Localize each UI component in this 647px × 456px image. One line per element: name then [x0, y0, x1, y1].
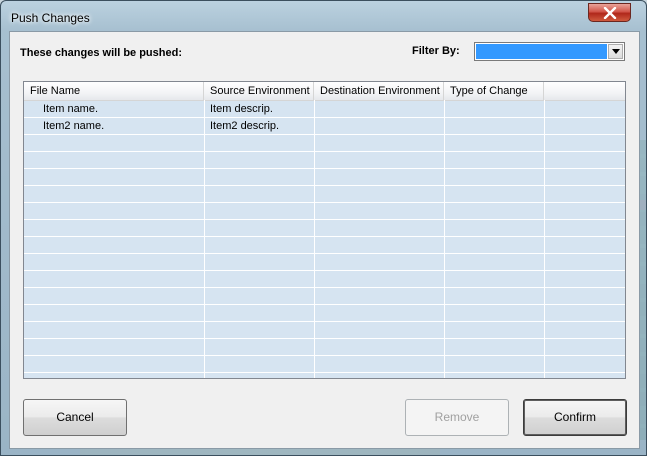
grid-line-horizontal	[24, 151, 625, 152]
confirm-button[interactable]: Confirm	[523, 399, 627, 436]
cell-destination-environment	[320, 118, 444, 135]
grid-line-horizontal	[24, 236, 625, 237]
remove-button: Remove	[405, 399, 509, 436]
list-header: File Name Source Environment Destination…	[24, 82, 625, 101]
grid-line-horizontal	[24, 338, 625, 339]
close-icon	[603, 7, 617, 19]
dialog-client-area: These changes will be pushed: Filter By:…	[9, 31, 640, 449]
cell-file-name: Item name.	[43, 103, 99, 115]
title-bar[interactable]: Push Changes	[1, 1, 646, 35]
changes-heading: These changes will be pushed:	[20, 47, 182, 59]
cell-file-name: Item2 name.	[43, 120, 105, 132]
table-row[interactable]: Item2 name. Item2 descrip.	[24, 118, 625, 135]
close-button[interactable]	[588, 3, 631, 22]
grid-line-horizontal	[24, 253, 625, 254]
grid-line-horizontal	[24, 287, 625, 288]
filter-dropdown-button[interactable]	[608, 44, 623, 59]
grid-line-horizontal	[24, 219, 625, 220]
column-header-file-name[interactable]: File Name	[24, 82, 204, 100]
grid-line-horizontal	[24, 202, 625, 203]
changes-list[interactable]: File Name Source Environment Destination…	[23, 81, 626, 379]
cancel-button[interactable]: Cancel	[23, 399, 127, 436]
cell-source-environment: Item2 descrip.	[210, 120, 280, 132]
window-title: Push Changes	[11, 11, 90, 25]
grid-line-horizontal	[24, 168, 625, 169]
grid-line-horizontal	[24, 372, 625, 373]
push-changes-dialog: Push Changes These changes will be pushe…	[0, 0, 647, 456]
grid-line-horizontal	[24, 355, 625, 356]
grid-line-horizontal	[24, 270, 625, 271]
grid-line-horizontal	[24, 185, 625, 186]
column-header-destination-environment[interactable]: Destination Environment	[314, 82, 444, 100]
cell-type-of-change	[450, 101, 544, 118]
grid-line-horizontal	[24, 321, 625, 322]
cell-destination-environment	[320, 101, 444, 118]
column-header-source-environment[interactable]: Source Environment	[204, 82, 314, 100]
filter-by-dropdown[interactable]	[474, 42, 625, 61]
chevron-down-icon	[612, 49, 620, 54]
cell-source-environment: Item descrip.	[210, 103, 273, 115]
filter-by-label: Filter By:	[412, 45, 460, 57]
filter-selected-value	[476, 44, 607, 59]
column-header-type-of-change[interactable]: Type of Change	[444, 82, 544, 100]
table-row[interactable]: Item name. Item descrip.	[24, 101, 625, 118]
column-header-filler	[544, 82, 625, 100]
cell-type-of-change	[450, 118, 544, 135]
grid-line-horizontal	[24, 304, 625, 305]
